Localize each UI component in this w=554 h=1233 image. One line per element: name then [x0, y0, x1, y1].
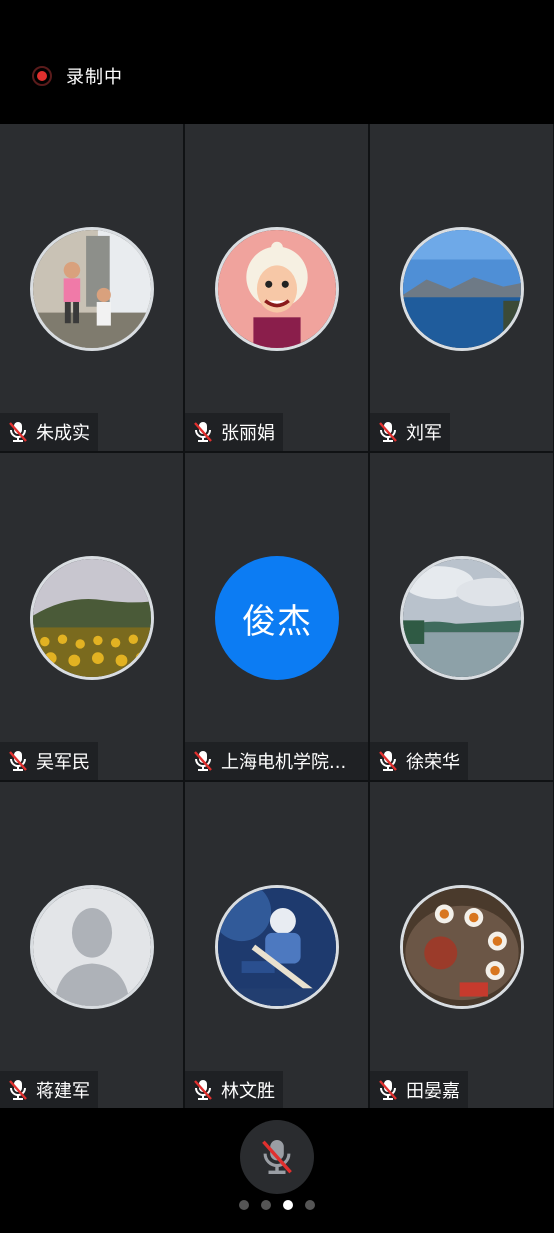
toggle-mic-button[interactable] [240, 1120, 314, 1194]
page-dot[interactable] [261, 1200, 271, 1210]
muted-mic-icon [379, 422, 397, 442]
initials-avatar: 俊杰 [215, 556, 339, 680]
participant-name-tag: 刘军 [370, 413, 450, 451]
avatar [215, 227, 339, 351]
recording-indicator: 录制中 [32, 64, 123, 88]
bottom-controls [0, 1108, 554, 1233]
participant-name: 吴军民 [36, 752, 90, 773]
avatar [30, 885, 154, 1009]
participant-name-tag: 蒋建军 [0, 1071, 98, 1109]
avatar [400, 556, 524, 680]
participant-name: 刘军 [406, 423, 442, 444]
avatar [400, 885, 524, 1009]
participant-tile[interactable]: 刘军 [370, 124, 553, 451]
record-icon [32, 66, 52, 86]
muted-mic-icon [9, 1080, 27, 1100]
participant-tile[interactable]: 朱成实 [0, 124, 183, 451]
participant-name-tag: 上海电机学院... [185, 742, 368, 780]
muted-mic-icon [194, 422, 212, 442]
muted-mic-icon [194, 751, 212, 771]
participant-name: 田晏嘉 [406, 1081, 460, 1102]
participant-name: 张丽娟 [221, 423, 275, 444]
participant-name-tag: 林文胜 [185, 1071, 283, 1109]
participant-grid: 朱成实 张丽娟 刘军 吴军民 俊杰 上海电机学院... 徐荣华 蒋建军 林文胜 … [0, 124, 554, 1109]
muted-mic-icon [262, 1140, 292, 1174]
participant-name-tag: 张丽娟 [185, 413, 283, 451]
page-dot[interactable] [239, 1200, 249, 1210]
participant-name-tag: 田晏嘉 [370, 1071, 468, 1109]
page-dot[interactable] [305, 1200, 315, 1210]
participant-name: 徐荣华 [406, 752, 460, 773]
participant-name: 上海电机学院... [221, 752, 347, 773]
avatar [30, 227, 154, 351]
page-indicator [0, 1200, 554, 1210]
muted-mic-icon [9, 422, 27, 442]
participant-tile[interactable]: 田晏嘉 [370, 782, 553, 1109]
participant-name-tag: 朱成实 [0, 413, 98, 451]
muted-mic-icon [9, 751, 27, 771]
muted-mic-icon [194, 1080, 212, 1100]
participant-name: 林文胜 [221, 1081, 275, 1102]
avatar [400, 227, 524, 351]
participant-tile[interactable]: 吴军民 [0, 453, 183, 780]
participant-name: 蒋建军 [36, 1081, 90, 1102]
participant-tile[interactable]: 俊杰 上海电机学院... [185, 453, 368, 780]
participant-tile[interactable]: 蒋建军 [0, 782, 183, 1109]
participant-tile[interactable]: 徐荣华 [370, 453, 553, 780]
recording-label: 录制中 [66, 67, 123, 88]
participant-name-tag: 吴军民 [0, 742, 98, 780]
muted-mic-icon [379, 751, 397, 771]
top-bar: 录制中 [0, 0, 554, 124]
participant-tile[interactable]: 林文胜 [185, 782, 368, 1109]
participant-name: 朱成实 [36, 423, 90, 444]
avatar [30, 556, 154, 680]
page-dot-active[interactable] [283, 1200, 293, 1210]
participant-name-tag: 徐荣华 [370, 742, 468, 780]
participant-tile[interactable]: 张丽娟 [185, 124, 368, 451]
avatar [215, 885, 339, 1009]
muted-mic-icon [379, 1080, 397, 1100]
